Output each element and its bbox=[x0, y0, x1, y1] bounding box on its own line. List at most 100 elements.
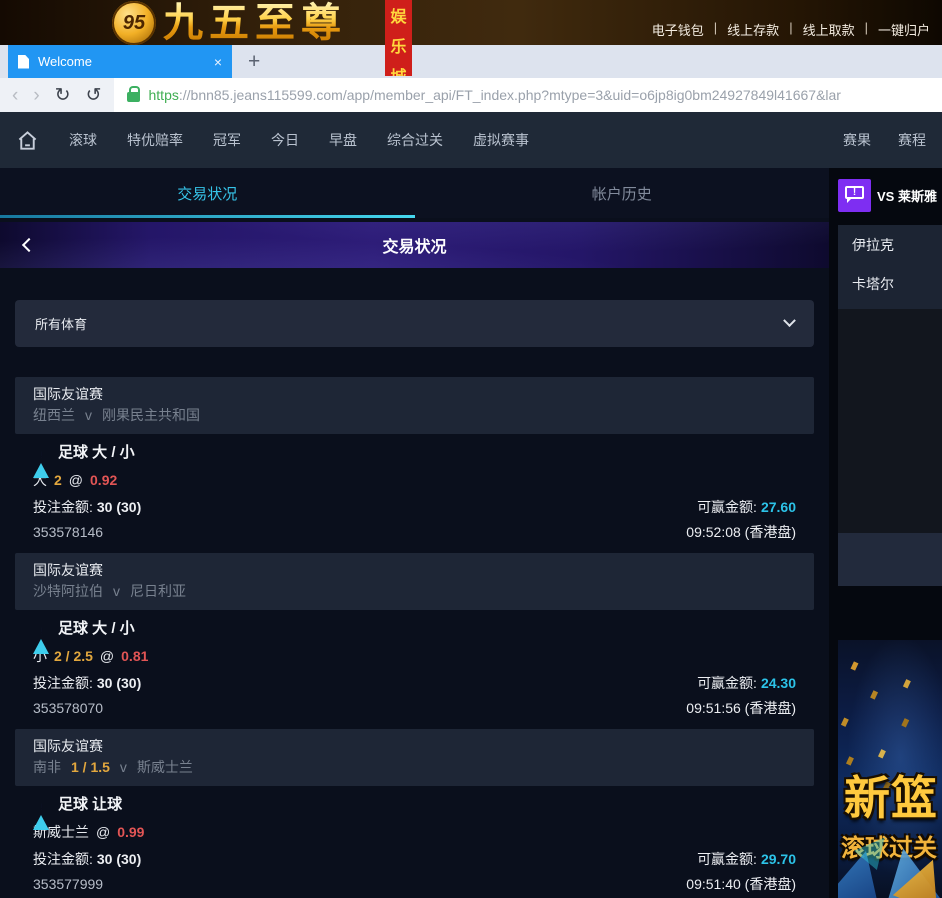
potential-win: 可赢金额: 24.30 bbox=[697, 675, 796, 691]
meta-row: 353578070 09:51:56 (香港盘) bbox=[33, 700, 796, 717]
selection-line: 2 / 2.5 bbox=[54, 648, 93, 664]
sidebar-team-iraq[interactable]: 伊拉克 bbox=[852, 237, 942, 254]
nav-item-champion[interactable]: 冠军 bbox=[213, 130, 241, 150]
nav-right-group: 赛果 赛程 bbox=[843, 130, 926, 150]
link-separator: | bbox=[864, 20, 868, 35]
tab-trade-status[interactable]: 交易状况 bbox=[0, 168, 415, 218]
at-sign: @ bbox=[96, 824, 111, 840]
bet-time: 09:51:40 (香港盘) bbox=[686, 876, 796, 892]
odds-value: 0.99 bbox=[117, 824, 145, 840]
url-bar[interactable]: https://bnn85.jeans115599.com/app/member… bbox=[113, 78, 942, 112]
page-document-icon bbox=[18, 54, 29, 69]
sidebar-teams-panel: 伊拉克 卡塔尔 bbox=[838, 225, 942, 309]
away-team: 刚果民主共和国 bbox=[102, 407, 200, 423]
sport-filter-dropdown[interactable]: 所有体育 bbox=[15, 300, 814, 347]
sidebar-empty-panel bbox=[838, 309, 942, 533]
selection-line: 2 bbox=[54, 472, 62, 488]
chevron-down-icon bbox=[783, 314, 796, 328]
match-header[interactable]: 国际友谊赛 沙特阿拉伯 v 尼日利亚 bbox=[15, 553, 814, 610]
bet-type-row: ! 足球 大 / 小 bbox=[33, 620, 796, 654]
back-chevron-icon[interactable] bbox=[21, 237, 37, 253]
page-title: 交易状况 bbox=[382, 239, 447, 256]
stake: 投注金额: 30 (30) bbox=[33, 675, 142, 691]
page-header-banner: 交易状况 bbox=[0, 222, 829, 268]
nav-item-special-odds[interactable]: 特优赔率 bbox=[127, 130, 183, 150]
odds-value: 0.92 bbox=[90, 472, 118, 488]
meta-row: 353578146 09:52:08 (香港盘) bbox=[33, 524, 796, 541]
home-team: 纽西兰 bbox=[33, 407, 75, 423]
promo-title: 新篮 bbox=[844, 772, 938, 824]
match-header[interactable]: 国际友谊赛 南非 1 / 1.5 v 斯威士兰 bbox=[15, 729, 814, 786]
account-tabs: 交易状况 帐户历史 bbox=[0, 168, 829, 218]
right-sidebar: ! VS 莱斯雅 伊拉克 卡塔尔 新篮 滚球过关 bbox=[829, 168, 942, 898]
nav-item-today[interactable]: 今日 bbox=[271, 130, 299, 150]
nav-item-parlay[interactable]: 综合过关 bbox=[387, 130, 443, 150]
gold-confetti bbox=[850, 661, 859, 671]
bet-type-row: ! 足球 大 / 小 bbox=[33, 444, 796, 478]
app-window: 95 九五至尊 娱 乐 城 电子钱包 | 线上存款 | 线上取款 | 一键归户 … bbox=[0, 0, 942, 898]
sidebar-team-qatar[interactable]: 卡塔尔 bbox=[852, 276, 942, 293]
match-teams: 沙特阿拉伯 v 尼日利亚 bbox=[33, 583, 796, 600]
link-separator: | bbox=[789, 20, 793, 35]
link-online-withdraw[interactable]: 线上取款 bbox=[803, 20, 855, 39]
nav-item-results[interactable]: 赛果 bbox=[843, 130, 871, 150]
browser-tab-welcome[interactable]: Welcome × bbox=[8, 45, 232, 78]
ssl-lock-icon bbox=[126, 86, 140, 102]
nav-item-virtual-sports[interactable]: 虚拟赛事 bbox=[473, 130, 529, 150]
nav-item-schedule[interactable]: 赛程 bbox=[898, 130, 926, 150]
home-icon[interactable] bbox=[16, 129, 39, 152]
chat-alert-icon[interactable]: ! bbox=[838, 179, 871, 212]
site-top-banner: 95 九五至尊 娱 乐 城 电子钱包 | 线上存款 | 线上取款 | 一键归户 bbox=[0, 0, 942, 76]
away-team: 斯威士兰 bbox=[136, 759, 193, 775]
league-name: 国际友谊赛 bbox=[33, 738, 103, 754]
bet-selection-row: 小 2 / 2.5 @ 0.81 bbox=[33, 648, 796, 665]
stake: 投注金额: 30 (30) bbox=[33, 499, 142, 515]
tab-account-history[interactable]: 帐户历史 bbox=[415, 168, 830, 218]
at-sign: @ bbox=[68, 472, 84, 488]
home-handicap: 1 / 1.5 bbox=[71, 759, 110, 775]
match-teams: 南非 1 / 1.5 v 斯威士兰 bbox=[33, 759, 796, 776]
live-match-row[interactable]: ! VS 莱斯雅 bbox=[838, 179, 942, 212]
bet-id: 353577999 bbox=[33, 876, 104, 892]
amounts-row: 投注金额: 30 (30) 可赢金额: 29.70 bbox=[33, 851, 796, 868]
link-e-wallet[interactable]: 电子钱包 bbox=[652, 20, 704, 39]
vs-label: v bbox=[119, 759, 127, 775]
bet-record: 国际友谊赛 纽西兰 v 刚果民主共和国 ! 足球 大 / 小 大 2 @ 0.9… bbox=[15, 377, 814, 553]
away-team: 尼日利亚 bbox=[130, 583, 186, 599]
vs-match-label: VS 莱斯雅 bbox=[877, 189, 937, 204]
match-teams: 纽西兰 v 刚果民主共和国 bbox=[33, 407, 796, 424]
sport-filter-label: 所有体育 bbox=[35, 317, 88, 332]
main-area: 交易状况 帐户历史 交易状况 所有体育 国际友谊赛 纽西兰 v 刚果民主共和国 … bbox=[0, 168, 942, 898]
promo-banner[interactable]: 新篮 滚球过关 bbox=[838, 640, 942, 898]
league-name: 国际友谊赛 bbox=[33, 386, 103, 402]
link-one-key-transfer[interactable]: 一键归户 bbox=[878, 20, 930, 39]
new-tab-button[interactable]: + bbox=[248, 50, 260, 74]
refresh-icon[interactable]: ↻ bbox=[55, 86, 71, 105]
bet-time: 09:51:56 (香港盘) bbox=[686, 700, 796, 716]
browser-nav-buttons: ‹ › ↻ ↺ bbox=[0, 86, 114, 105]
site-logo: 95 九五至尊 bbox=[112, 0, 347, 45]
url-rest: ://bnn85.jeans115599.com/app/member_api/… bbox=[178, 87, 841, 103]
undo-icon[interactable]: ↺ bbox=[86, 86, 102, 105]
nav-item-early-market[interactable]: 早盘 bbox=[329, 130, 357, 150]
url-scheme: https bbox=[148, 87, 179, 103]
match-header[interactable]: 国际友谊赛 纽西兰 v 刚果民主共和国 bbox=[15, 377, 814, 434]
bet-record: 国际友谊赛 南非 1 / 1.5 v 斯威士兰 ! 足球 让球 斯威士兰 @ 0… bbox=[15, 729, 814, 898]
logo-name: 九五至尊 bbox=[163, 0, 347, 46]
back-icon[interactable]: ‹ bbox=[12, 86, 18, 105]
link-online-deposit[interactable]: 线上存款 bbox=[727, 20, 779, 39]
content-column: 交易状况 帐户历史 交易状况 所有体育 国际友谊赛 纽西兰 v 刚果民主共和国 … bbox=[0, 168, 829, 898]
tab-title: Welcome bbox=[38, 54, 92, 69]
home-team: 南非 bbox=[33, 759, 61, 775]
potential-win: 可赢金额: 27.60 bbox=[697, 499, 796, 515]
sidebar-band bbox=[838, 533, 942, 586]
tab-close-icon[interactable]: × bbox=[214, 54, 222, 70]
home-team: 沙特阿拉伯 bbox=[33, 583, 103, 599]
bet-record: 国际友谊赛 沙特阿拉伯 v 尼日利亚 ! 足球 大 / 小 小 2 / 2.5 … bbox=[15, 553, 814, 729]
link-separator: | bbox=[713, 20, 718, 35]
records-content: 所有体育 国际友谊赛 纽西兰 v 刚果民主共和国 ! 足球 大 / 小 大 2 … bbox=[0, 268, 829, 898]
forward-icon[interactable]: › bbox=[33, 86, 39, 105]
warning-triangle-icon: ! bbox=[33, 797, 50, 830]
bet-details: ! 足球 大 / 小 小 2 / 2.5 @ 0.81 投注金额: 30 (30)… bbox=[15, 610, 814, 729]
nav-item-rolling-ball[interactable]: 滚球 bbox=[69, 130, 97, 150]
